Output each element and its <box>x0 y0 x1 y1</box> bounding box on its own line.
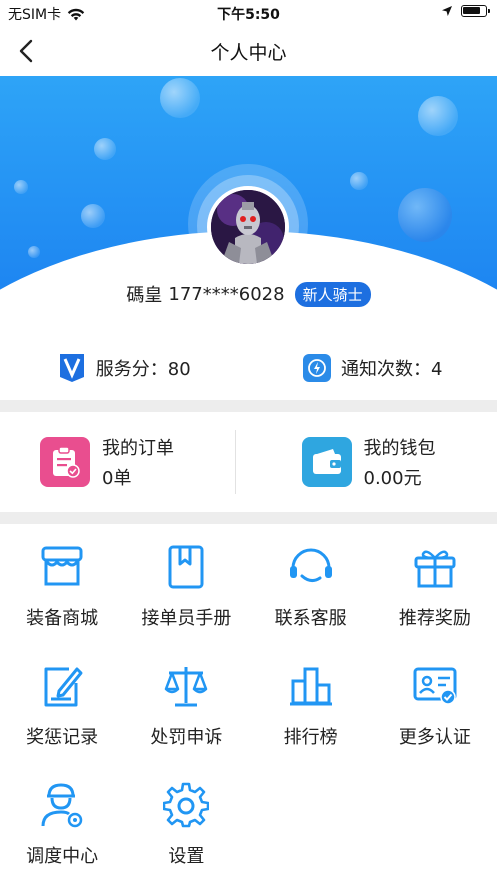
grid-label: 更多认证 <box>398 727 471 748</box>
feature-grid: 装备商城 接单员手册 联系客服 推荐奖励 奖惩记录 处罚申诉 排行榜 更多认证 … <box>0 524 497 881</box>
stats-row: 服务分：80 通知次数：4 <box>0 336 497 400</box>
nav-bar: 个人中心 <box>0 26 497 76</box>
avatar[interactable] <box>207 186 289 268</box>
edit-record-icon <box>44 667 83 707</box>
grid-label: 装备商城 <box>26 608 99 629</box>
headset-icon <box>289 548 332 583</box>
grid-item-ranking[interactable]: 排行榜 <box>249 643 373 762</box>
page-title: 个人中心 <box>210 42 287 64</box>
my-orders-card[interactable]: 我的订单 0单 <box>0 412 236 512</box>
section-divider <box>0 512 497 524</box>
grid-item-rewards-record[interactable]: 奖惩记录 <box>0 643 124 762</box>
battery-icon <box>461 5 490 17</box>
ranking-icon <box>289 667 332 706</box>
user-info: 碼皇 177****6028 新人骑士 <box>0 281 497 307</box>
service-score[interactable]: 服务分：80 <box>0 336 249 400</box>
scale-icon <box>165 667 208 707</box>
section-divider <box>0 400 497 412</box>
status-bar: 无SIM卡 下午5:50 <box>0 0 497 26</box>
bell-icon <box>303 354 332 382</box>
v-badge-icon <box>58 354 86 382</box>
decor-bubble <box>94 138 116 160</box>
notify-count[interactable]: 通知次数：4 <box>249 336 497 400</box>
status-time: 下午5:50 <box>217 7 280 23</box>
status-right <box>441 5 490 17</box>
notify-count-label: 通知次数：4 <box>341 359 443 380</box>
service-score-label: 服务分：80 <box>95 359 191 380</box>
decor-bubble <box>418 96 458 136</box>
user-name: 碼皇 <box>126 285 163 306</box>
shop-icon <box>41 546 83 586</box>
location-arrow-icon <box>442 6 452 16</box>
grid-item-shop[interactable]: 装备商城 <box>0 524 124 643</box>
account-cards: 我的订单 0单 我的钱包 0.00元 <box>0 412 497 512</box>
grid-label: 调度中心 <box>26 846 99 867</box>
decor-bubble <box>350 172 368 190</box>
decor-bubble <box>160 78 200 118</box>
avatar-image <box>211 190 285 264</box>
grid-label: 奖惩记录 <box>26 727 99 748</box>
grid-item-appeal[interactable]: 处罚申诉 <box>124 643 248 762</box>
orders-value: 0单 <box>102 468 132 489</box>
wallet-title: 我的钱包 <box>363 438 436 459</box>
wallet-icon <box>301 437 352 487</box>
grid-item-dispatch[interactable]: 调度中心 <box>0 762 124 881</box>
orders-icon <box>40 437 90 487</box>
decor-bubble <box>398 188 452 242</box>
grid-item-certification[interactable]: 更多认证 <box>373 643 497 762</box>
handbook-icon <box>168 545 204 589</box>
id-card-icon <box>413 667 457 705</box>
grid-label: 联系客服 <box>274 608 347 629</box>
grid-item-settings[interactable]: 设置 <box>124 762 248 881</box>
my-wallet-card[interactable]: 我的钱包 0.00元 <box>236 412 497 512</box>
user-phone: 177****6028 <box>168 283 285 305</box>
grid-label: 设置 <box>168 846 205 867</box>
level-badge: 新人骑士 <box>294 281 371 307</box>
orders-title: 我的订单 <box>102 438 174 459</box>
decor-bubble <box>28 246 40 258</box>
grid-item-referral[interactable]: 推荐奖励 <box>373 524 497 643</box>
grid-item-support[interactable]: 联系客服 <box>249 524 373 643</box>
grid-item-handbook[interactable]: 接单员手册 <box>124 524 248 643</box>
gear-icon <box>163 782 210 828</box>
wallet-value: 0.00元 <box>363 468 422 489</box>
grid-label: 推荐奖励 <box>398 608 471 629</box>
decor-bubble <box>14 180 28 194</box>
dispatcher-icon <box>41 783 83 828</box>
gift-icon <box>414 550 456 588</box>
decor-bubble <box>81 204 105 228</box>
grid-label: 接单员手册 <box>141 608 232 629</box>
grid-label: 排行榜 <box>283 727 338 748</box>
grid-label: 处罚申诉 <box>150 727 223 748</box>
